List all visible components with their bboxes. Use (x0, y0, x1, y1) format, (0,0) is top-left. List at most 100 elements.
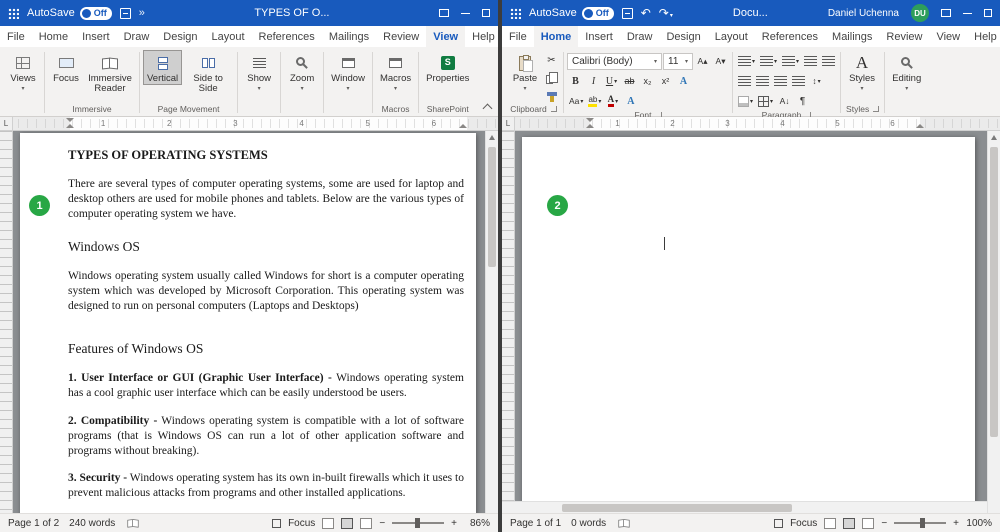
ribbon-tab[interactable]: Mailings (322, 26, 376, 47)
ribbon-tab[interactable]: Layout (708, 26, 755, 47)
first-line-indent-marker[interactable] (66, 118, 74, 122)
ribbon-tab[interactable]: Design (659, 26, 707, 47)
horizontal-ruler[interactable]: 123456 L (502, 117, 1000, 131)
redo-icon[interactable]: ↷▾ (659, 6, 673, 20)
ribbon-tab[interactable]: Home (32, 26, 75, 47)
macros-button[interactable]: Macros ▾ (376, 50, 415, 94)
restore-icon[interactable] (482, 9, 490, 17)
justify-button[interactable] (790, 73, 807, 89)
shading-button[interactable]: ▾ (736, 93, 755, 109)
read-mode-icon[interactable] (824, 518, 836, 529)
autosave-toggle[interactable]: AutoSave Off (27, 7, 112, 20)
decrease-indent-button[interactable] (802, 53, 819, 69)
ribbon-tab[interactable]: Design (156, 26, 204, 47)
minimize-icon[interactable] (461, 13, 470, 14)
account-avatar[interactable]: DU (911, 4, 929, 22)
copy-button[interactable] (543, 70, 560, 86)
scroll-up-arrow-icon[interactable] (991, 135, 997, 140)
immersive-reader-button[interactable]: Immersive Reader (84, 50, 136, 96)
zoom-button[interactable]: Zoom ▾ (284, 50, 320, 94)
quick-access-overflow-icon[interactable]: » (139, 7, 145, 19)
word-count[interactable]: 240 words (69, 518, 115, 529)
tab-stop-selector[interactable]: L (502, 117, 515, 130)
align-center-button[interactable] (754, 73, 771, 89)
undo-icon[interactable]: ↶ (641, 6, 651, 20)
ribbon-display-options-icon[interactable] (439, 9, 449, 17)
ribbon-tab[interactable]: Draw (620, 26, 660, 47)
zoom-slider-thumb[interactable] (415, 518, 420, 528)
text-highlight-button[interactable]: ab▾ (586, 93, 603, 109)
increase-indent-button[interactable] (820, 53, 837, 69)
page-indicator[interactable]: Page 1 of 2 (8, 518, 59, 529)
numbering-button[interactable]: ▾ (758, 53, 779, 69)
scrollbar-thumb[interactable] (990, 147, 998, 437)
underline-button[interactable]: U▾ (603, 73, 620, 89)
ribbon-tab[interactable]: View (426, 26, 465, 47)
autosave-switch[interactable]: Off (80, 7, 112, 20)
first-line-indent-marker[interactable] (586, 118, 594, 122)
focus-mode-label[interactable]: Focus (790, 518, 817, 529)
show-button[interactable]: Show ▾ (241, 50, 277, 94)
ribbon-display-options-icon[interactable] (941, 9, 951, 17)
ribbon-tab[interactable]: Help (465, 26, 502, 47)
vertical-scrollbar[interactable] (485, 131, 498, 513)
vertical-ruler[interactable] (502, 131, 515, 513)
editing-button[interactable]: Editing ▾ (888, 50, 925, 94)
ribbon-tab[interactable]: Review (376, 26, 426, 47)
ribbon-tab[interactable]: Insert (75, 26, 117, 47)
zoom-percentage[interactable]: 100% (966, 518, 992, 529)
sort-button[interactable]: A↓ (776, 93, 793, 109)
left-indent-marker[interactable] (66, 124, 74, 128)
properties-button[interactable]: S Properties (422, 50, 473, 85)
views-button[interactable]: Views ▾ (5, 50, 41, 94)
web-layout-icon[interactable] (360, 518, 372, 529)
focus-mode-icon[interactable] (774, 519, 783, 528)
multilevel-list-button[interactable]: ▾ (780, 53, 801, 69)
ribbon-tab[interactable]: Review (879, 26, 929, 47)
subscript-button[interactable]: x₂ (639, 73, 656, 89)
focus-button[interactable]: Focus (48, 50, 84, 85)
styles-button[interactable]: A Styles ▾ (844, 50, 880, 94)
horizontal-ruler[interactable]: 123456 L (0, 117, 498, 131)
paste-button[interactable]: Paste ▾ (507, 50, 543, 94)
zoom-slider[interactable] (392, 522, 444, 524)
ribbon-tab[interactable]: Mailings (825, 26, 879, 47)
bullets-button[interactable]: ▾ (736, 53, 757, 69)
right-indent-marker[interactable] (916, 124, 924, 128)
autosave-switch[interactable]: Off (582, 7, 614, 20)
restore-icon[interactable] (984, 9, 992, 17)
strikethrough-button[interactable]: ab (621, 73, 638, 89)
minimize-icon[interactable] (963, 13, 972, 14)
document-page[interactable] (522, 137, 975, 513)
vertical-button[interactable]: Vertical (143, 50, 182, 85)
horizontal-scrollbar[interactable] (502, 501, 987, 513)
focus-mode-label[interactable]: Focus (288, 518, 315, 529)
account-name[interactable]: Daniel Uchenna (828, 8, 899, 19)
save-icon[interactable] (120, 8, 131, 19)
italic-button[interactable]: I (585, 73, 602, 89)
document-body[interactable]: TYPES OF OPERATING SYSTEMS There are sev… (20, 133, 476, 513)
align-right-button[interactable] (772, 73, 789, 89)
text-effects-gallery-button[interactable]: A (622, 93, 639, 109)
font-name-combobox[interactable]: Calibri (Body)▾ (567, 53, 662, 70)
dialog-launcher-icon[interactable] (551, 106, 557, 112)
vertical-ruler[interactable] (0, 131, 13, 513)
print-layout-icon[interactable] (341, 518, 353, 529)
document-canvas[interactable]: 2 (502, 131, 1000, 513)
borders-button[interactable]: ▾ (756, 93, 775, 109)
ribbon-tab[interactable]: Layout (205, 26, 252, 47)
app-launcher-icon[interactable] (510, 8, 521, 19)
zoom-slider-thumb[interactable] (920, 518, 925, 528)
font-color-button[interactable]: A▾ (604, 93, 621, 109)
dialog-launcher-icon[interactable] (873, 106, 879, 112)
save-icon[interactable] (622, 8, 633, 19)
left-indent-marker[interactable] (586, 124, 594, 128)
font-size-combobox[interactable]: 11▾ (663, 53, 693, 70)
word-count[interactable]: 0 words (571, 518, 606, 529)
page-indicator[interactable]: Page 1 of 1 (510, 518, 561, 529)
window-button[interactable]: Window ▾ (327, 50, 369, 94)
scrollbar-thumb[interactable] (562, 504, 792, 512)
zoom-in-button[interactable]: + (451, 518, 457, 529)
ribbon-tab[interactable]: Home (534, 26, 579, 47)
scrollbar-thumb[interactable] (488, 147, 496, 267)
